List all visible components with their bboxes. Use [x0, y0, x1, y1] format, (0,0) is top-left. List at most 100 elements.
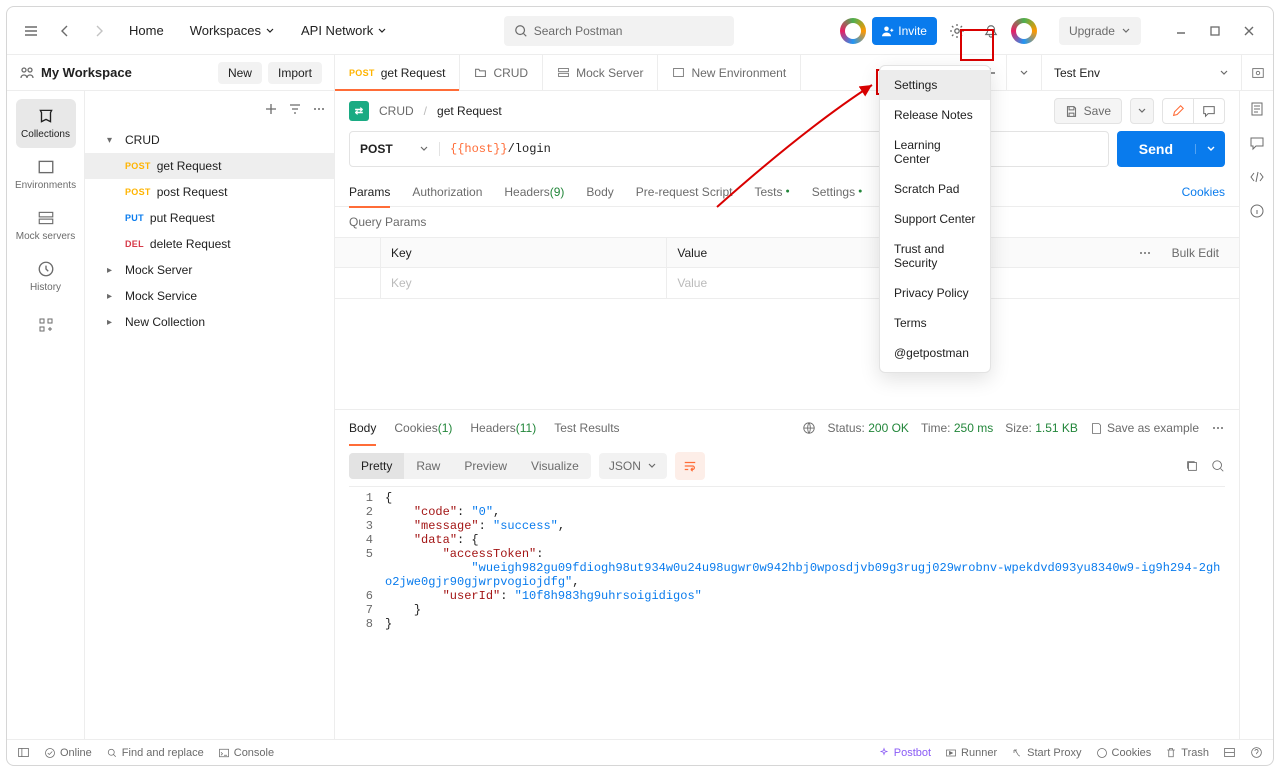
add-icon[interactable] — [264, 102, 278, 116]
edit-comment-buttons[interactable] — [1162, 98, 1225, 124]
start-proxy-link[interactable]: Start Proxy — [1011, 747, 1081, 759]
tree-delete-request[interactable]: DELdelete Request — [85, 231, 334, 257]
more-dots-icon[interactable] — [1211, 421, 1225, 435]
tab-options-button[interactable] — [1007, 55, 1041, 90]
dd-learning[interactable]: Learning Center — [880, 130, 990, 174]
search-response-icon[interactable] — [1211, 459, 1225, 473]
method-select[interactable]: POST — [350, 142, 440, 156]
dd-support[interactable]: Support Center — [880, 204, 990, 234]
api-network-link[interactable]: API Network — [291, 17, 397, 44]
docs-icon[interactable] — [1249, 101, 1265, 117]
dd-terms[interactable]: Terms — [880, 308, 990, 338]
view-preview[interactable]: Preview — [452, 453, 519, 479]
tab-new-env[interactable]: New Environment — [658, 55, 801, 90]
filter-icon[interactable] — [288, 102, 302, 116]
view-raw[interactable]: Raw — [404, 453, 452, 479]
tree-put-request[interactable]: PUTput Request — [85, 205, 334, 231]
response-body[interactable]: 1{ 2 "code": "0", 3 "message": "success"… — [349, 486, 1225, 635]
user-avatar[interactable] — [1011, 18, 1037, 44]
subtab-params[interactable]: Params — [349, 177, 390, 207]
comments-icon[interactable] — [1249, 135, 1265, 151]
console-link[interactable]: Console — [218, 747, 274, 759]
rail-collections[interactable]: Collections — [16, 99, 76, 148]
rail-environments[interactable]: Environments — [16, 150, 76, 199]
key-input[interactable]: Key — [381, 268, 667, 298]
subtab-settings[interactable]: Settings — [812, 177, 863, 207]
tree-mock-server[interactable]: ▸Mock Server — [85, 257, 334, 283]
url-input[interactable]: POST {{host}}/login — [349, 131, 1109, 167]
postbot-link[interactable]: Postbot — [878, 747, 931, 759]
view-pretty[interactable]: Pretty — [349, 453, 404, 479]
maximize-icon[interactable] — [1201, 17, 1229, 45]
import-button[interactable]: Import — [268, 62, 322, 84]
settings-gear-icon[interactable] — [943, 17, 971, 45]
more-icon[interactable] — [312, 102, 326, 116]
workspaces-link[interactable]: Workspaces — [180, 17, 285, 44]
copy-icon[interactable] — [1185, 459, 1199, 473]
wrap-lines-button[interactable] — [675, 452, 705, 480]
team-avatar-1[interactable] — [840, 18, 866, 44]
tab-crud[interactable]: CRUD — [460, 55, 543, 90]
more-dots-icon[interactable] — [1138, 246, 1152, 260]
view-visualize[interactable]: Visualize — [519, 453, 591, 479]
online-status[interactable]: Online — [44, 747, 92, 759]
invite-button[interactable]: Invite — [872, 17, 937, 45]
edit-icon[interactable] — [1163, 99, 1194, 123]
dd-settings[interactable]: Settings — [880, 70, 990, 100]
resp-tab-cookies[interactable]: Cookies (1) — [394, 410, 452, 446]
subtab-body[interactable]: Body — [586, 177, 613, 207]
resp-tab-body[interactable]: Body — [349, 410, 376, 446]
code-icon[interactable] — [1249, 169, 1265, 185]
subtab-headers[interactable]: Headers (9) — [504, 177, 564, 207]
comment-icon[interactable] — [1194, 99, 1224, 123]
send-button[interactable]: Send — [1117, 131, 1225, 167]
runner-link[interactable]: Runner — [945, 747, 997, 759]
rail-more[interactable] — [16, 309, 76, 341]
search-input[interactable]: Search Postman — [504, 16, 734, 46]
dd-trust[interactable]: Trust and Security — [880, 234, 990, 278]
breadcrumb-collection[interactable]: CRUD — [379, 104, 414, 118]
notifications-icon[interactable] — [977, 17, 1005, 45]
resp-tab-tests[interactable]: Test Results — [554, 410, 619, 446]
panel-icon[interactable] — [17, 746, 30, 759]
forward-icon[interactable] — [85, 17, 113, 45]
cookies-link[interactable]: Cookies — [1182, 185, 1225, 199]
environment-select[interactable]: Test Env — [1041, 55, 1241, 90]
save-as-example[interactable]: Save as example — [1090, 421, 1199, 435]
dd-privacy[interactable]: Privacy Policy — [880, 278, 990, 308]
save-dropdown[interactable] — [1130, 98, 1154, 124]
view-mode-segment[interactable]: Pretty Raw Preview Visualize — [349, 453, 591, 479]
tab-get-request[interactable]: POSTget Request — [335, 55, 460, 90]
help-icon[interactable] — [1250, 746, 1263, 759]
language-select[interactable]: JSON — [599, 453, 667, 479]
subtab-auth[interactable]: Authorization — [412, 177, 482, 207]
tab-mock-server[interactable]: Mock Server — [543, 55, 658, 90]
save-button[interactable]: Save — [1054, 98, 1122, 124]
close-window-icon[interactable] — [1235, 17, 1263, 45]
subtab-tests[interactable]: Tests — [754, 177, 789, 207]
subtab-prereq[interactable]: Pre-request Script — [636, 177, 733, 207]
menu-icon[interactable] — [17, 17, 45, 45]
resp-tab-headers[interactable]: Headers (11) — [470, 410, 536, 446]
tree-mock-service[interactable]: ▸Mock Service — [85, 283, 334, 309]
info-icon[interactable] — [1249, 203, 1265, 219]
layout-icon[interactable] — [1223, 746, 1236, 759]
globe-icon[interactable] — [802, 421, 816, 435]
environment-view-button[interactable] — [1241, 55, 1273, 90]
dd-scratch[interactable]: Scratch Pad — [880, 174, 990, 204]
tree-post-request[interactable]: POSTpost Request — [85, 179, 334, 205]
home-link[interactable]: Home — [119, 17, 174, 44]
dd-release[interactable]: Release Notes — [880, 100, 990, 130]
upgrade-button[interactable]: Upgrade — [1059, 17, 1141, 45]
back-icon[interactable] — [51, 17, 79, 45]
bulk-edit-link[interactable]: Bulk Edit — [1162, 246, 1229, 260]
tree-get-request[interactable]: POSTget Request — [85, 153, 334, 179]
minimize-icon[interactable] — [1167, 17, 1195, 45]
find-replace[interactable]: Find and replace — [106, 747, 204, 759]
rail-history[interactable]: History — [16, 252, 76, 301]
trash-link[interactable]: Trash — [1165, 747, 1209, 759]
tree-new-collection[interactable]: ▸New Collection — [85, 309, 334, 335]
footer-cookies[interactable]: Cookies — [1096, 747, 1152, 759]
new-button[interactable]: New — [218, 62, 262, 84]
dd-getpostman[interactable]: @getpostman — [880, 338, 990, 368]
